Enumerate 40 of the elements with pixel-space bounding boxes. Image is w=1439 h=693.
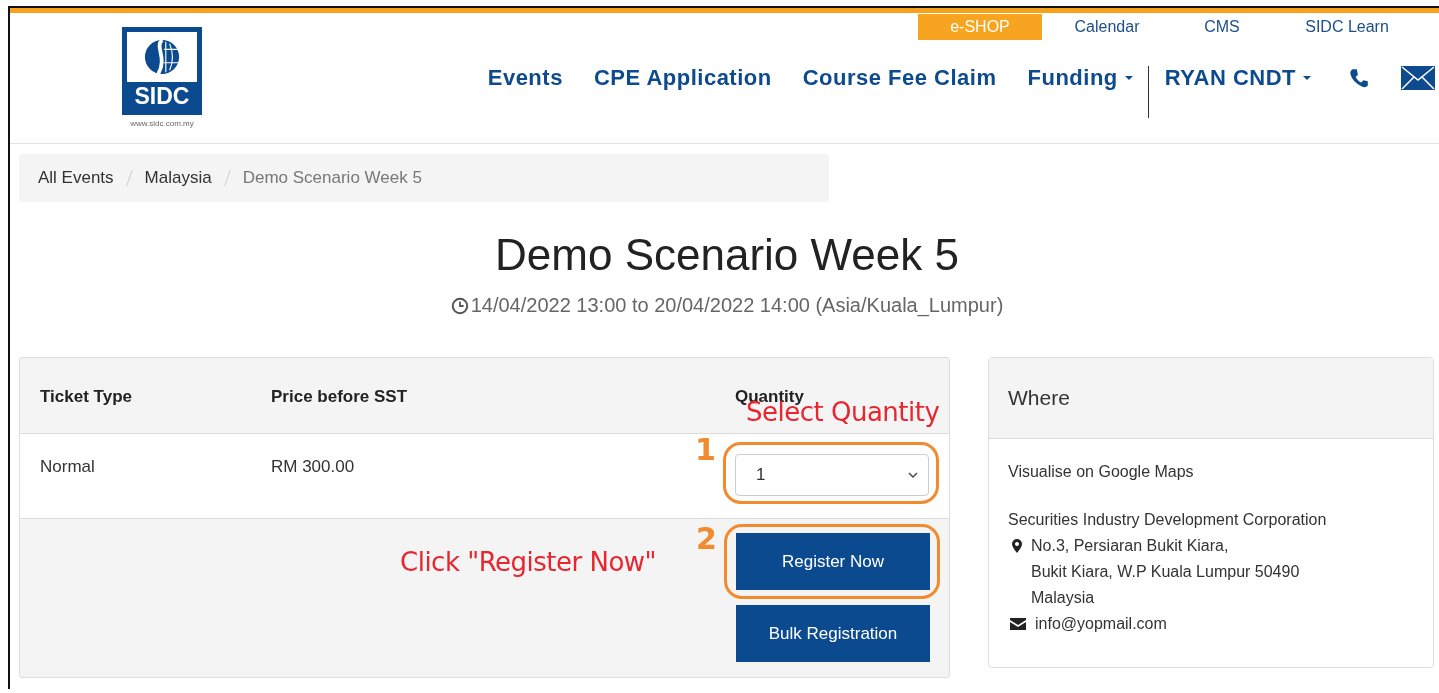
step-number: 1: [695, 432, 716, 467]
clock-icon: [450, 296, 469, 315]
nav-link[interactable]: CPE Application: [593, 65, 772, 91]
logo-url: www.sidc.com.my: [130, 119, 194, 128]
nav-link[interactable]: Events: [487, 65, 563, 91]
top-link[interactable]: SIDC Learn: [1282, 14, 1412, 40]
organisation-name: Securities Industry Development Corporation: [1008, 510, 1328, 530]
logo-text: SIDC: [134, 82, 190, 110]
sidc-logo[interactable]: SIDC: [122, 27, 202, 115]
phone-icon[interactable]: [1348, 67, 1370, 89]
column-header: Ticket Type: [40, 387, 132, 407]
chevron-icon: [908, 472, 918, 478]
bulk-registration-button[interactable]: Bulk Registration: [736, 605, 930, 662]
top-link[interactable]: CMS: [1162, 14, 1282, 40]
address-line: No.3, Persiaran Bukit Kiara,: [1031, 536, 1230, 556]
breadcrumb-link[interactable]: All Events: [38, 168, 114, 188]
address-line: Bukit Kiara, W.P Kuala Lumpur 50490: [1031, 562, 1300, 582]
breadcrumb-link[interactable]: Malaysia: [144, 168, 212, 188]
nav-link[interactable]: RYAN CNDT: [1164, 65, 1311, 91]
step-number: 2: [696, 521, 717, 556]
envelope-icon: [1010, 618, 1026, 630]
map-pin-icon: [1012, 539, 1022, 553]
column-header: Price before SST: [271, 387, 408, 407]
panel-title: Where: [1008, 386, 1070, 410]
globe-icon: [127, 32, 197, 82]
mail-icon[interactable]: [1401, 66, 1435, 90]
address-line: Malaysia: [1031, 588, 1096, 608]
map-link[interactable]: Visualise on Google Maps: [1008, 459, 1414, 485]
breadcrumb-link[interactable]: Demo Scenario Week 5: [242, 168, 422, 188]
event-date: 14/04/2022 13:00 to 20/04/2022 14:00 (Asia/Kuala_Lumpur): [470, 294, 1004, 317]
quantity-select[interactable]: 1: [735, 454, 929, 496]
event-title: Demo Scenario Week 5: [494, 230, 960, 280]
email-link[interactable]: info@yopmail.com: [1035, 611, 1167, 637]
table-cell: Normal: [40, 457, 95, 477]
register-button[interactable]: Register Now: [736, 533, 930, 590]
nav-link[interactable]: Funding: [1027, 65, 1133, 91]
table-cell: RM 300.00: [271, 457, 355, 477]
nav-link[interactable]: Course Fee Claim: [802, 65, 997, 91]
annotation-text: Click "Register Now": [400, 547, 657, 577]
top-link[interactable]: Calendar: [1052, 14, 1162, 40]
